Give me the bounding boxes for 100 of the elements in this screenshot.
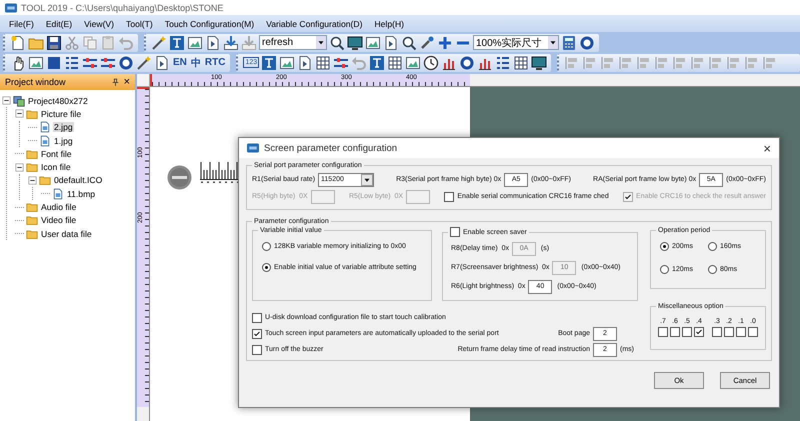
- list-icon[interactable]: [495, 54, 512, 70]
- close-button[interactable]: ×: [763, 140, 771, 156]
- tree-item[interactable]: Picture file: [40, 108, 82, 119]
- caret-icon: [548, 36, 558, 49]
- toolbar-button[interactable]: 中: [190, 56, 202, 70]
- download-icon[interactable]: [223, 34, 239, 50]
- radio-button[interactable]: [262, 242, 271, 251]
- tree-item[interactable]: 2.jpg: [53, 122, 74, 132]
- image-icon[interactable]: [187, 34, 203, 50]
- tree-item[interactable]: Icon file: [40, 162, 72, 172]
- ring-icon[interactable]: [459, 54, 476, 70]
- checkbox[interactable]: [252, 312, 262, 322]
- checkbox[interactable]: [450, 227, 460, 237]
- checkbox[interactable]: [658, 327, 668, 337]
- tree-item[interactable]: 1.jpg: [53, 136, 74, 146]
- eyedropper-icon[interactable]: [419, 34, 435, 50]
- radio-button[interactable]: [660, 265, 669, 274]
- tree-item[interactable]: Font file: [40, 148, 73, 159]
- monitor-icon[interactable]: [347, 34, 363, 50]
- expander-icon[interactable]: [2, 96, 11, 106]
- page-icon[interactable]: [154, 54, 170, 70]
- text-icon[interactable]: [169, 34, 185, 50]
- image-icon[interactable]: [365, 34, 381, 50]
- grid-icon[interactable]: [387, 54, 404, 70]
- menu-item[interactable]: View(V): [78, 18, 120, 28]
- tree-item[interactable]: User data file: [40, 228, 93, 239]
- menu-item[interactable]: Edit(E): [40, 18, 78, 28]
- ring-icon[interactable]: [579, 34, 595, 50]
- checkbox[interactable]: [252, 328, 262, 338]
- grid-icon[interactable]: [315, 54, 332, 70]
- text-icon[interactable]: [369, 54, 386, 70]
- tick-icon: [624, 192, 632, 200]
- menu-item[interactable]: File(F): [3, 18, 40, 28]
- wand-icon[interactable]: [151, 34, 167, 50]
- checkbox[interactable]: [694, 327, 704, 337]
- file-icon: [39, 121, 51, 134]
- menu-item[interactable]: Variable Configuration(D): [260, 18, 368, 28]
- radio-button[interactable]: [660, 242, 669, 251]
- zoom-dropdown[interactable]: 100%实际尺寸: [473, 35, 559, 50]
- tree-item[interactable]: Project480x272: [27, 96, 89, 106]
- radio-button[interactable]: [708, 242, 717, 251]
- checkbox[interactable]: [682, 327, 692, 337]
- caret-icon: [316, 36, 326, 49]
- folder-icon: [26, 201, 38, 214]
- checkbox[interactable]: [724, 327, 734, 337]
- caret-icon: [361, 174, 374, 186]
- tick-icon: [253, 330, 261, 338]
- list-icon[interactable]: [64, 54, 80, 70]
- save-icon[interactable]: [46, 34, 62, 50]
- app-icon: [5, 2, 17, 14]
- new-file-icon[interactable]: [10, 34, 26, 50]
- page-icon[interactable]: [383, 34, 399, 50]
- toolbar-button[interactable]: EN: [172, 57, 188, 68]
- page-icon[interactable]: [205, 34, 221, 50]
- page-icon[interactable]: [297, 54, 314, 70]
- checkbox[interactable]: [252, 344, 262, 354]
- toolbar-button[interactable]: RTC: [204, 57, 226, 68]
- menu-item[interactable]: Help(H): [368, 18, 410, 28]
- zoom-in-icon[interactable]: [437, 34, 453, 50]
- calculator-icon[interactable]: [561, 34, 577, 50]
- checkbox[interactable]: [748, 327, 758, 337]
- tree-item[interactable]: 0default.ICO: [53, 175, 104, 186]
- window-title: TOOL 2019 - C:\Users\quhaiyang\Desktop\STONE: [21, 2, 224, 12]
- folder-icon: [26, 148, 38, 160]
- app-icon: [247, 142, 259, 154]
- page-dropdown[interactable]: refresh: [259, 35, 327, 50]
- expander-icon[interactable]: [28, 176, 37, 185]
- menu-item[interactable]: Touch Configuration(M): [158, 18, 260, 28]
- tree-item[interactable]: Audio file: [40, 202, 78, 212]
- tree-item[interactable]: Video file: [40, 215, 78, 226]
- image-icon[interactable]: [279, 54, 296, 70]
- ring-icon[interactable]: [118, 54, 134, 70]
- expander-icon[interactable]: [15, 109, 24, 118]
- file-icon: [52, 188, 64, 200]
- image-icon[interactable]: [405, 54, 422, 70]
- checkbox[interactable]: [712, 327, 722, 337]
- checkbox[interactable]: [670, 327, 680, 337]
- folder-icon: [26, 214, 38, 226]
- panel-title: Project window: [5, 77, 67, 87]
- tree-item[interactable]: 11.bmp: [66, 188, 96, 199]
- folder-icon: [26, 228, 38, 240]
- text-icon[interactable]: [261, 54, 278, 70]
- pin-icon[interactable]: [110, 78, 120, 86]
- folder-icon: [26, 108, 38, 120]
- grid-icon[interactable]: [513, 54, 530, 70]
- zoom-icon[interactable]: [401, 34, 417, 50]
- menu-item[interactable]: Tool(T): [120, 18, 159, 28]
- monitor-icon[interactable]: [531, 54, 548, 70]
- square-icon[interactable]: [46, 54, 62, 70]
- radio-button[interactable]: [708, 265, 717, 274]
- radio-button[interactable]: [262, 263, 271, 272]
- zoom-icon[interactable]: [329, 34, 345, 50]
- clock-icon[interactable]: [423, 54, 440, 70]
- checkbox[interactable]: [444, 192, 454, 202]
- image-icon[interactable]: [28, 54, 44, 70]
- tick-icon: [695, 328, 703, 336]
- close-button[interactable]: ×: [124, 76, 130, 88]
- wand-icon[interactable]: [136, 54, 152, 70]
- checkbox[interactable]: [736, 327, 746, 337]
- expander-icon[interactable]: [15, 162, 24, 172]
